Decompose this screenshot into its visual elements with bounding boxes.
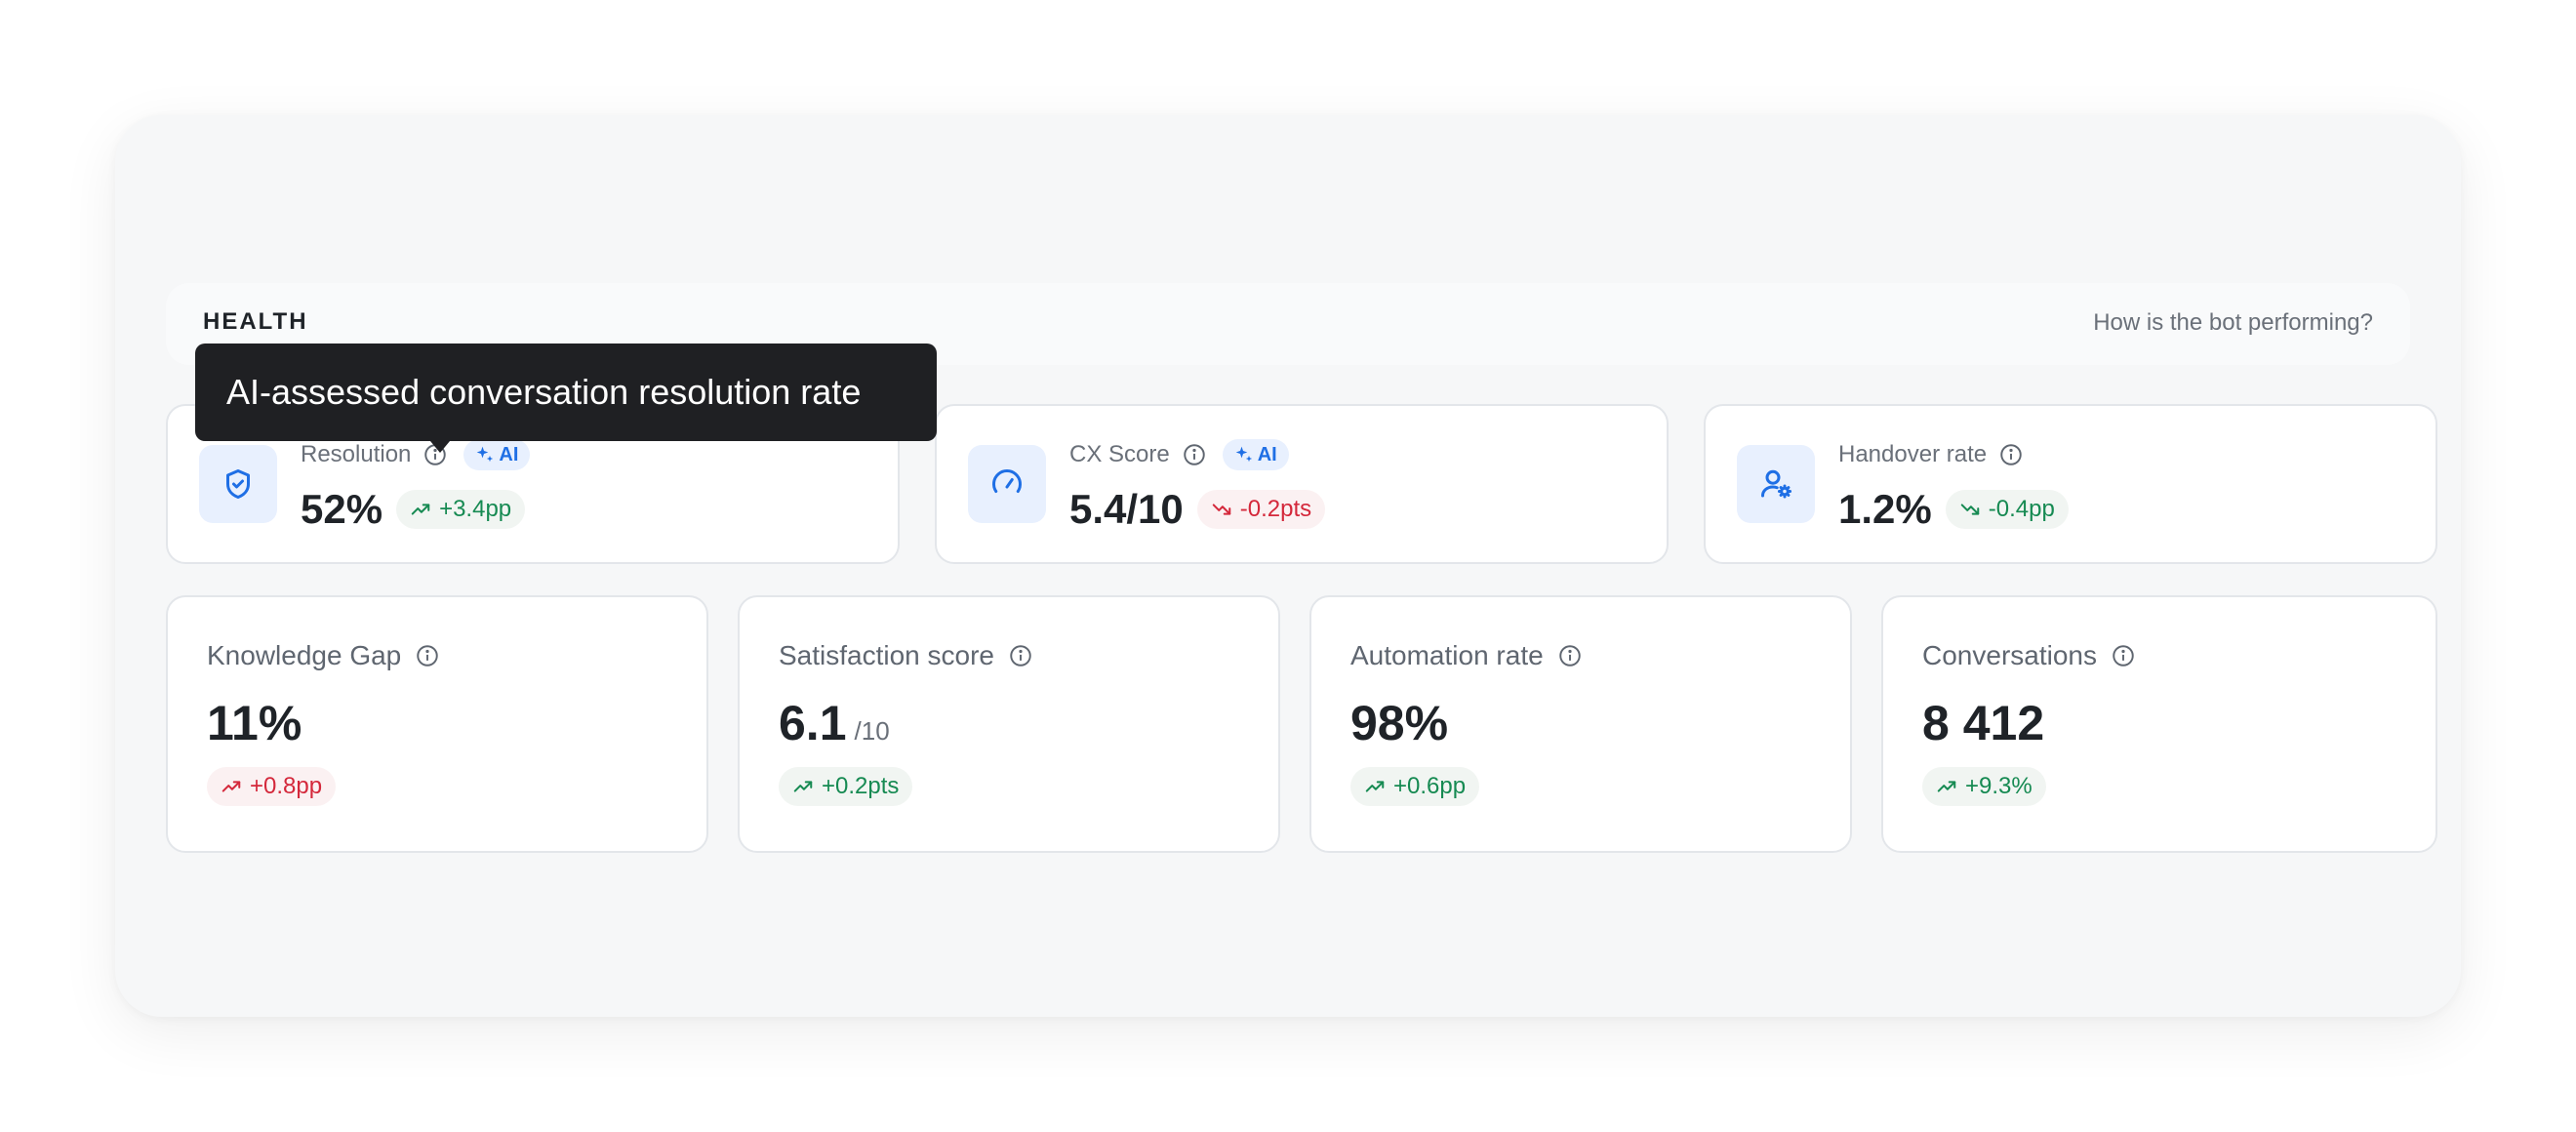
delta-value: +0.2pts: [822, 773, 900, 799]
delta-value: +3.4pp: [439, 496, 512, 522]
trend-up-icon: [1937, 781, 1956, 792]
info-icon[interactable]: [1008, 643, 1033, 668]
delta-badge: +0.6pp: [1350, 767, 1480, 806]
metric-value: 6.1: [779, 696, 847, 750]
delta-badge: +0.8pp: [207, 767, 337, 806]
info-tooltip: AI-assessed conversation resolution rate: [195, 344, 937, 441]
section-title: HEALTH: [203, 308, 308, 335]
satisfaction-score-card[interactable]: Satisfaction score 6.1 /10 +0.2pts: [738, 595, 1280, 853]
sparkle-icon: [1235, 446, 1252, 463]
speedometer-icon: [968, 445, 1046, 523]
trend-up-icon: [1365, 781, 1385, 792]
metric-value: 8 412: [1922, 696, 2045, 750]
metric-label: Conversations: [1922, 640, 2097, 670]
cx-score-card[interactable]: CX Score AI 5.4/10 -0.2pts: [935, 404, 1669, 564]
delta-value: +9.3%: [1965, 773, 2033, 799]
knowledge-gap-card[interactable]: Knowledge Gap 11% +0.8pp: [166, 595, 708, 853]
delta-value: +0.8pp: [250, 773, 323, 799]
info-icon[interactable]: [415, 643, 440, 668]
ai-badge: AI: [463, 439, 531, 470]
metric-value: 5.4/10: [1069, 486, 1184, 532]
trend-up-icon: [793, 781, 813, 792]
dashboard-panel: [115, 115, 2461, 1017]
info-icon[interactable]: [1182, 442, 1207, 467]
info-icon[interactable]: [1557, 643, 1583, 668]
delta-value: -0.2pts: [1239, 496, 1312, 522]
sparkle-icon: [477, 446, 494, 463]
metric-value: 1.2%: [1838, 486, 1932, 532]
metric-label: CX Score: [1069, 441, 1170, 467]
delta-badge: -0.4pp: [1945, 490, 2069, 529]
metric-value: 98%: [1350, 696, 1449, 750]
metric-label: Automation rate: [1350, 640, 1544, 670]
trend-down-icon: [1212, 504, 1231, 515]
trend-down-icon: [1960, 504, 1979, 515]
info-icon[interactable]: [1998, 442, 2024, 467]
delta-value: -0.4pp: [1988, 496, 2055, 522]
automation-rate-card[interactable]: Automation rate 98% +0.6pp: [1309, 595, 1852, 853]
delta-badge: -0.2pts: [1196, 490, 1326, 529]
tooltip-text: AI-assessed conversation resolution rate: [226, 372, 862, 412]
delta-badge: +3.4pp: [396, 490, 526, 529]
metric-value: 52%: [301, 486, 383, 532]
metric-suffix: /10: [854, 716, 890, 746]
conversations-card[interactable]: Conversations 8 412 +9.3%: [1881, 595, 2437, 853]
ai-badge: AI: [1222, 439, 1289, 470]
shield-check-icon: [199, 445, 277, 523]
info-icon[interactable]: [2111, 643, 2136, 668]
delta-badge: +9.3%: [1922, 767, 2046, 806]
metric-label: Satisfaction score: [779, 640, 994, 670]
handover-rate-card[interactable]: Handover rate 1.2% -0.4pp: [1704, 404, 2437, 564]
trend-up-icon: [221, 781, 241, 792]
tooltip-arrow: [430, 441, 450, 453]
trend-up-icon: [411, 504, 430, 515]
delta-value: +0.6pp: [1393, 773, 1467, 799]
ai-badge-label: AI: [499, 443, 519, 465]
section-subtitle: How is the bot performing?: [2093, 309, 2373, 336]
metric-label: Resolution: [301, 441, 412, 467]
metric-value: 11%: [207, 696, 302, 750]
metric-label: Handover rate: [1838, 441, 1988, 467]
user-gear-icon: [1737, 445, 1815, 523]
metric-label: Knowledge Gap: [207, 640, 402, 670]
delta-badge: +0.2pts: [779, 767, 913, 806]
ai-badge-label: AI: [1257, 443, 1277, 465]
